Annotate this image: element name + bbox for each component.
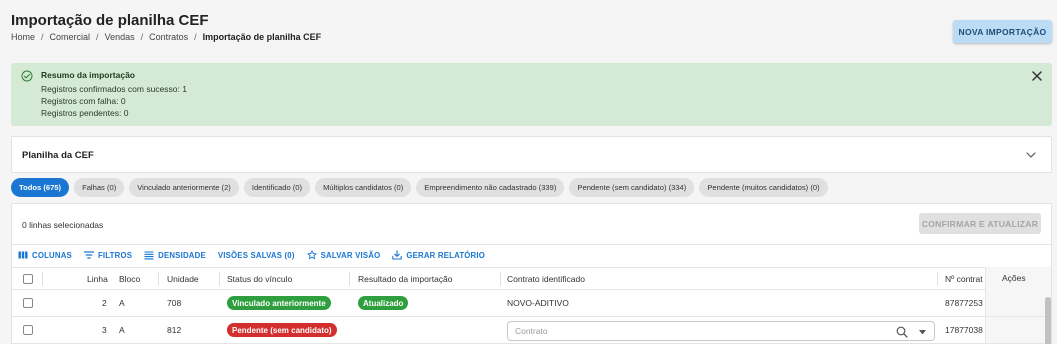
check-circle-icon bbox=[21, 70, 33, 82]
confirm-update-button[interactable]: CONFIRMAR E ATUALIZAR bbox=[919, 213, 1041, 234]
breadcrumb: Home / Comercial / Vendas / Contratos / … bbox=[11, 32, 321, 42]
status-badge: Pendente (sem candidato) bbox=[227, 323, 337, 337]
breadcrumb-vendas[interactable]: Vendas bbox=[105, 32, 135, 42]
page-title: Importação de planilha CEF bbox=[11, 12, 209, 29]
columns-icon bbox=[18, 251, 28, 259]
dropdown-arrow-icon[interactable] bbox=[919, 330, 926, 335]
column-header-linha[interactable]: Linha bbox=[87, 274, 108, 284]
cell-contrato: NOVO-ADITIVO bbox=[507, 298, 569, 308]
import-summary-alert: Resumo da importação Registros confirmad… bbox=[11, 63, 1052, 126]
cef-spreadsheet-panel[interactable]: Planilha da CEF bbox=[11, 136, 1052, 173]
column-header-status[interactable]: Status do vínculo bbox=[227, 274, 292, 284]
alert-line-failures: Registros com falha: 0 bbox=[41, 96, 126, 106]
table-row[interactable]: 3 A 812 Pendente (sem candidato) 1787703… bbox=[12, 317, 1051, 344]
breadcrumb-comercial[interactable]: Comercial bbox=[50, 32, 91, 42]
grid-header-row: Linha Bloco Unidade Status do vínculo Re… bbox=[12, 267, 1051, 290]
saved-views-button[interactable]: VISÕES SALVAS (0) bbox=[218, 251, 295, 260]
filter-chip-multiple-candidates[interactable]: Múltiplos candidatos (0) bbox=[315, 178, 412, 197]
column-separator bbox=[219, 272, 220, 286]
grid-toolbar: COLUNAS FILTROS DENSIDADE VISÕES SALVAS … bbox=[18, 250, 485, 260]
filter-chip-pending-no-candidate[interactable]: Pendente (sem candidato) (334) bbox=[569, 178, 695, 197]
density-icon bbox=[144, 251, 154, 260]
breadcrumb-current: Importação de planilha CEF bbox=[202, 32, 322, 42]
filter-chip-pending-many-candidates[interactable]: Pendente (muitos candidatos) (0) bbox=[699, 178, 828, 197]
column-separator bbox=[349, 272, 350, 286]
chevron-down-icon[interactable] bbox=[1026, 150, 1036, 160]
alert-line-success: Registros confirmados com sucesso: 1 bbox=[41, 84, 187, 94]
saved-views-label: VISÕES SALVAS (0) bbox=[217, 250, 295, 260]
import-data-grid: 0 linhas selecionadas CONFIRMAR E ATUALI… bbox=[11, 203, 1052, 344]
breadcrumb-separator: / bbox=[194, 32, 197, 42]
cell-linha: 2 bbox=[102, 298, 107, 308]
filter-chip-linked-previously[interactable]: Vinculado anteriormente (2) bbox=[129, 178, 239, 197]
column-header-resultado[interactable]: Resultado da importação bbox=[358, 274, 453, 284]
filter-chip-identified[interactable]: Identificado (0) bbox=[243, 178, 311, 197]
breadcrumb-separator: / bbox=[41, 32, 44, 42]
contract-autocomplete[interactable] bbox=[507, 321, 935, 341]
panel-title: Planilha da CEF bbox=[22, 150, 94, 161]
star-icon bbox=[307, 250, 317, 260]
column-header-acoes: Ações bbox=[1002, 273, 1026, 283]
cell-numero: 87877253 bbox=[945, 298, 983, 308]
density-button[interactable]: DENSIDADE bbox=[144, 250, 206, 260]
row-checkbox[interactable] bbox=[23, 298, 33, 308]
save-view-label: SALVAR VISÃO bbox=[320, 250, 381, 260]
column-separator bbox=[937, 272, 938, 286]
save-view-button[interactable]: SALVAR VISÃO bbox=[307, 250, 381, 260]
alert-line-pending: Registros pendentes: 0 bbox=[41, 108, 129, 118]
filter-chip-all[interactable]: Todos (675) bbox=[11, 178, 70, 197]
density-label: DENSIDADE bbox=[158, 250, 206, 260]
vertical-scrollbar[interactable] bbox=[1045, 297, 1051, 344]
cell-linha: 3 bbox=[102, 325, 107, 335]
breadcrumb-contratos[interactable]: Contratos bbox=[149, 32, 188, 42]
generate-report-button[interactable]: GERAR RELATÓRIO bbox=[392, 250, 485, 260]
new-import-button[interactable]: NOVA IMPORTAÇÃO bbox=[953, 20, 1052, 43]
cell-unidade: 812 bbox=[167, 325, 182, 335]
filters-label: FILTROS bbox=[97, 250, 133, 260]
filter-chip-not-registered[interactable]: Empreendimento não cadastrado (339) bbox=[416, 178, 565, 197]
column-header-bloco[interactable]: Bloco bbox=[119, 274, 140, 284]
breadcrumb-separator: / bbox=[96, 32, 99, 42]
column-header-numero[interactable]: Nº contrat bbox=[945, 274, 983, 284]
divider bbox=[12, 244, 1051, 245]
select-all-checkbox[interactable] bbox=[23, 274, 33, 284]
generate-report-label: GERAR RELATÓRIO bbox=[406, 250, 486, 260]
status-badge: Vinculado anteriormente bbox=[227, 296, 331, 310]
cell-bloco: A bbox=[119, 298, 125, 308]
breadcrumb-separator: / bbox=[140, 32, 144, 42]
column-separator bbox=[42, 272, 43, 286]
selected-rows-count: 0 linhas selecionadas bbox=[22, 220, 104, 230]
filter-icon bbox=[83, 251, 94, 259]
result-badge: Atualizado bbox=[358, 296, 409, 310]
cell-numero: 17877038 bbox=[945, 325, 983, 335]
row-checkbox[interactable] bbox=[23, 325, 33, 335]
column-header-contrato[interactable]: Contrato identificado bbox=[507, 274, 585, 284]
download-icon bbox=[392, 250, 403, 260]
column-separator bbox=[158, 272, 159, 286]
filters-button[interactable]: FILTROS bbox=[83, 250, 133, 260]
alert-title: Resumo da importação bbox=[41, 70, 135, 80]
columns-button[interactable]: COLUNAS bbox=[18, 250, 72, 260]
table-row[interactable]: 2 A 708 Vinculado anteriormente Atualiza… bbox=[12, 290, 1051, 317]
search-icon[interactable] bbox=[896, 326, 908, 338]
cell-unidade: 708 bbox=[167, 298, 182, 308]
column-separator bbox=[500, 272, 501, 286]
close-icon[interactable] bbox=[1032, 71, 1042, 81]
column-header-unidade[interactable]: Unidade bbox=[167, 274, 199, 284]
cell-bloco: A bbox=[119, 325, 125, 335]
breadcrumb-home[interactable]: Home bbox=[11, 32, 35, 42]
columns-label: COLUNAS bbox=[32, 250, 72, 260]
contract-search-input[interactable] bbox=[515, 326, 815, 336]
status-filter-chips: Todos (675) Falhas (0) Vinculado anterio… bbox=[11, 178, 828, 197]
filter-chip-failures[interactable]: Falhas (0) bbox=[74, 178, 125, 197]
